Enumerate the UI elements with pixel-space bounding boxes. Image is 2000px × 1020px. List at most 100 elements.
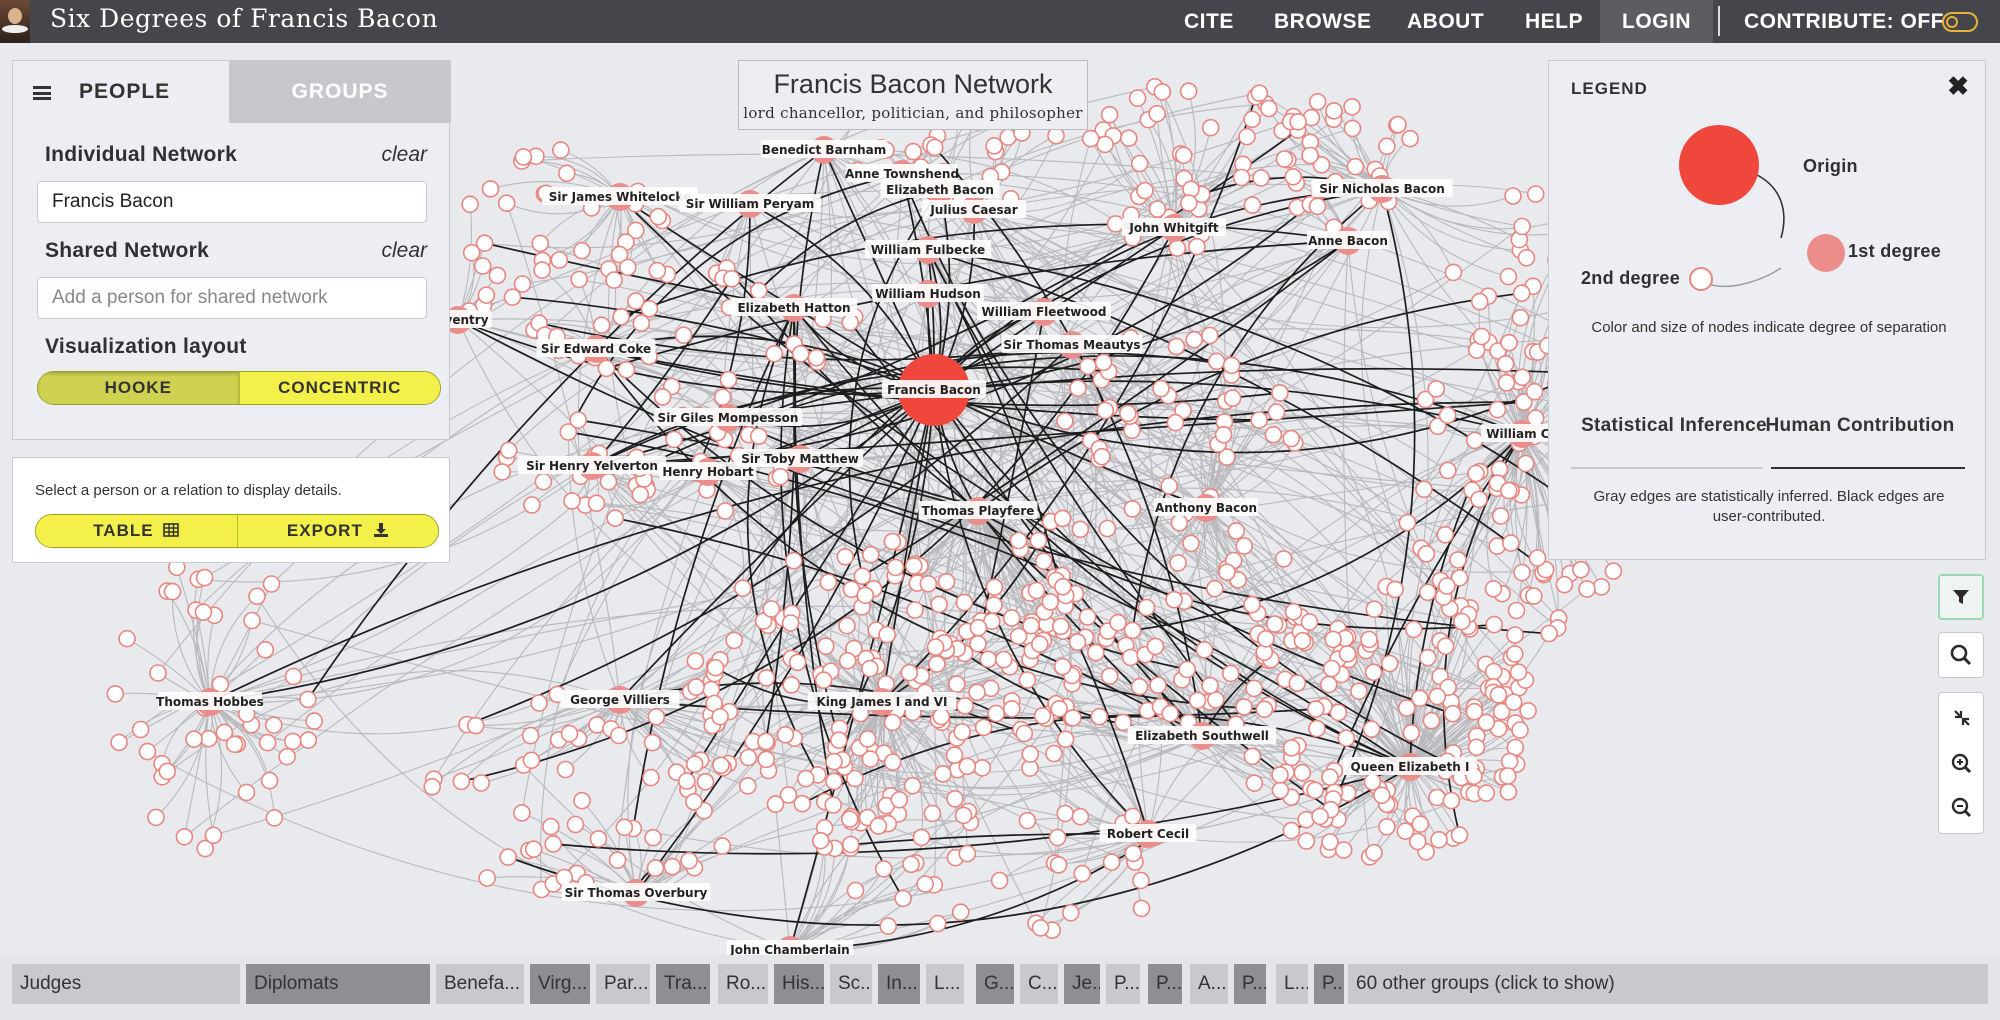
group-chip[interactable]: C... xyxy=(1020,964,1058,1004)
second-degree-node[interactable] xyxy=(1288,674,1307,692)
node-label[interactable]: George Villiers xyxy=(570,693,670,707)
second-degree-node[interactable] xyxy=(1401,129,1419,148)
hooke-button[interactable]: HOOKE xyxy=(38,372,239,404)
second-degree-node[interactable] xyxy=(305,712,324,730)
second-degree-node[interactable] xyxy=(1470,292,1489,311)
zoom-out-icon[interactable] xyxy=(1939,787,1985,829)
second-degree-node[interactable] xyxy=(1152,379,1170,398)
second-degree-node[interactable] xyxy=(1422,711,1441,730)
group-chip[interactable]: His... xyxy=(774,964,824,1004)
second-degree-node[interactable] xyxy=(886,558,905,577)
second-degree-node[interactable] xyxy=(1166,413,1185,432)
second-degree-node[interactable] xyxy=(472,774,491,792)
second-degree-node[interactable] xyxy=(749,281,768,300)
clear-shared-link[interactable]: clear xyxy=(381,239,427,263)
second-degree-node[interactable] xyxy=(1161,704,1179,723)
second-degree-node[interactable] xyxy=(570,270,589,289)
second-degree-node[interactable] xyxy=(1282,429,1300,448)
second-degree-node[interactable] xyxy=(1132,899,1151,918)
group-chip[interactable]: Virg... xyxy=(530,964,590,1004)
second-degree-node[interactable] xyxy=(118,629,136,648)
second-degree-node[interactable] xyxy=(1053,509,1072,528)
second-degree-node[interactable] xyxy=(934,765,952,783)
second-degree-node[interactable] xyxy=(1365,843,1383,862)
group-chip[interactable]: P... xyxy=(1148,964,1182,1004)
second-degree-node[interactable] xyxy=(138,742,157,761)
second-degree-node[interactable] xyxy=(1081,129,1100,148)
second-degree-node[interactable] xyxy=(542,817,560,836)
contribute-toggle[interactable] xyxy=(1942,12,1978,32)
second-degree-node[interactable] xyxy=(1502,534,1520,552)
second-degree-node[interactable] xyxy=(696,772,715,791)
second-degree-node[interactable] xyxy=(1179,82,1198,101)
second-degree-node[interactable] xyxy=(1274,550,1293,568)
second-degree-node[interactable] xyxy=(869,817,888,835)
second-degree-node[interactable] xyxy=(653,388,672,406)
second-degree-node[interactable] xyxy=(930,595,948,614)
second-degree-node[interactable] xyxy=(632,314,651,333)
second-degree-node[interactable] xyxy=(738,777,757,795)
second-degree-node[interactable] xyxy=(937,572,956,591)
second-degree-node[interactable] xyxy=(1386,580,1404,599)
second-degree-node[interactable] xyxy=(990,871,1009,890)
second-degree-node[interactable] xyxy=(499,441,518,460)
second-degree-node[interactable] xyxy=(1343,119,1362,138)
second-degree-node[interactable] xyxy=(663,857,682,876)
second-degree-node[interactable] xyxy=(1275,150,1294,168)
second-degree-node[interactable] xyxy=(237,783,256,802)
second-degree-node[interactable] xyxy=(131,720,150,739)
second-degree-node[interactable] xyxy=(985,578,1004,597)
second-degree-node[interactable] xyxy=(1350,682,1368,701)
second-degree-node[interactable] xyxy=(853,567,872,586)
second-degree-node[interactable] xyxy=(711,707,729,726)
second-degree-node[interactable] xyxy=(906,601,924,619)
second-degree-node[interactable] xyxy=(195,568,214,587)
second-degree-node[interactable] xyxy=(840,810,859,828)
second-degree-node[interactable] xyxy=(1506,626,1524,644)
second-degree-node[interactable] xyxy=(158,762,177,781)
second-degree-node[interactable] xyxy=(757,669,776,687)
second-degree-node[interactable] xyxy=(649,207,668,226)
site-title[interactable]: Six Degrees of Francis Bacon xyxy=(50,4,438,33)
second-degree-node[interactable] xyxy=(1398,513,1417,532)
second-degree-node[interactable] xyxy=(791,344,810,363)
node-label[interactable]: Sir Toby Matthew xyxy=(741,452,859,466)
second-degree-node[interactable] xyxy=(1485,615,1503,634)
second-degree-node[interactable] xyxy=(1293,763,1312,782)
second-degree-node[interactable] xyxy=(713,388,732,406)
second-degree-node[interactable] xyxy=(1321,768,1339,786)
second-degree-node[interactable] xyxy=(1130,154,1149,173)
second-degree-node[interactable] xyxy=(1045,744,1063,763)
second-degree-node[interactable] xyxy=(819,573,838,592)
export-button[interactable]: EXPORT xyxy=(236,515,438,547)
second-degree-node[interactable] xyxy=(1178,660,1196,679)
second-degree-node[interactable] xyxy=(1132,871,1150,890)
second-degree-node[interactable] xyxy=(597,359,616,378)
node-label[interactable]: Sir Henry Yelverton xyxy=(526,459,658,473)
second-degree-node[interactable] xyxy=(1120,129,1138,147)
second-degree-node[interactable] xyxy=(642,768,660,787)
second-degree-node[interactable] xyxy=(573,791,591,810)
nav-login[interactable]: LOGIN xyxy=(1600,0,1713,43)
second-degree-node[interactable] xyxy=(951,903,970,922)
second-degree-node[interactable] xyxy=(1123,621,1142,640)
second-degree-node[interactable] xyxy=(890,790,909,809)
second-degree-node[interactable] xyxy=(1300,613,1319,631)
second-degree-node[interactable] xyxy=(1496,354,1515,373)
second-degree-node[interactable] xyxy=(749,427,768,446)
second-degree-node[interactable] xyxy=(1362,720,1381,739)
second-degree-node[interactable] xyxy=(1260,99,1278,118)
group-chip[interactable]: Diplomats xyxy=(246,964,430,1004)
second-degree-node[interactable] xyxy=(782,676,801,694)
second-degree-node[interactable] xyxy=(1365,600,1384,619)
second-degree-node[interactable] xyxy=(1284,168,1302,186)
second-degree-node[interactable] xyxy=(1419,648,1437,667)
search-button[interactable] xyxy=(1938,632,1984,678)
second-degree-node[interactable] xyxy=(1214,425,1233,444)
node-label[interactable]: William Hudson xyxy=(875,287,981,301)
second-degree-node[interactable] xyxy=(1467,738,1486,757)
nav-browse[interactable]: BROWSE xyxy=(1274,0,1372,43)
second-degree-node[interactable] xyxy=(968,683,986,702)
second-degree-node[interactable] xyxy=(110,733,128,752)
second-degree-node[interactable] xyxy=(1509,663,1528,682)
